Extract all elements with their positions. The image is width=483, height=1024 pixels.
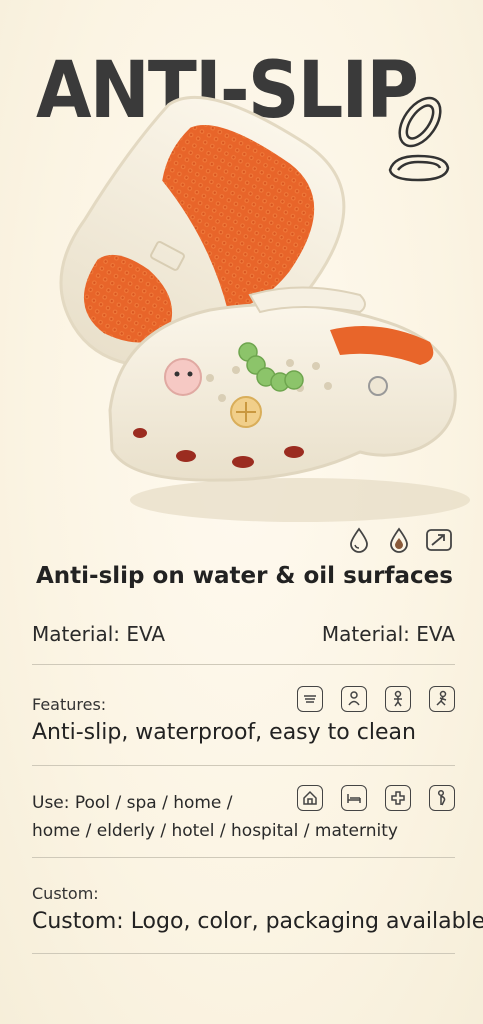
use-line-2: home / elderly / hotel / hospital / mate… bbox=[32, 821, 398, 841]
features-icons bbox=[297, 686, 455, 712]
material-right: Material: EVA bbox=[321, 622, 455, 646]
person-icon bbox=[341, 686, 367, 712]
shower-icon bbox=[297, 686, 323, 712]
divider bbox=[32, 857, 455, 858]
tagline: Anti-slip on water & oil surfaces bbox=[36, 563, 453, 589]
divider bbox=[32, 953, 455, 954]
clog-hero-image bbox=[59, 95, 470, 522]
home-icon bbox=[297, 785, 323, 811]
walking-icon bbox=[429, 686, 455, 712]
divider bbox=[32, 765, 455, 766]
use-icons bbox=[297, 785, 455, 811]
custom-label: Custom: bbox=[32, 884, 99, 903]
material-left: Material: EVA bbox=[32, 622, 166, 646]
features-label: Features: bbox=[32, 695, 107, 714]
surface-icons bbox=[345, 526, 453, 554]
use-line-1: Use: Pool / spa / home / bbox=[32, 793, 233, 813]
product-page: ANTI-SLIP Anti-slip on water & oil surfa… bbox=[0, 0, 483, 1024]
slip-arrow-icon bbox=[426, 529, 452, 551]
elderly-icon bbox=[385, 686, 411, 712]
custom-text: Custom: Logo, color, packaging available bbox=[32, 909, 483, 934]
water-drop-icon bbox=[350, 527, 368, 553]
charm-pink bbox=[164, 358, 202, 396]
hospital-cross-icon bbox=[385, 785, 411, 811]
oil-drop-icon bbox=[390, 527, 408, 553]
divider bbox=[32, 664, 455, 665]
features-text: Anti-slip, waterproof, easy to clean bbox=[32, 720, 416, 745]
bed-icon bbox=[341, 785, 367, 811]
pregnant-icon bbox=[429, 785, 455, 811]
